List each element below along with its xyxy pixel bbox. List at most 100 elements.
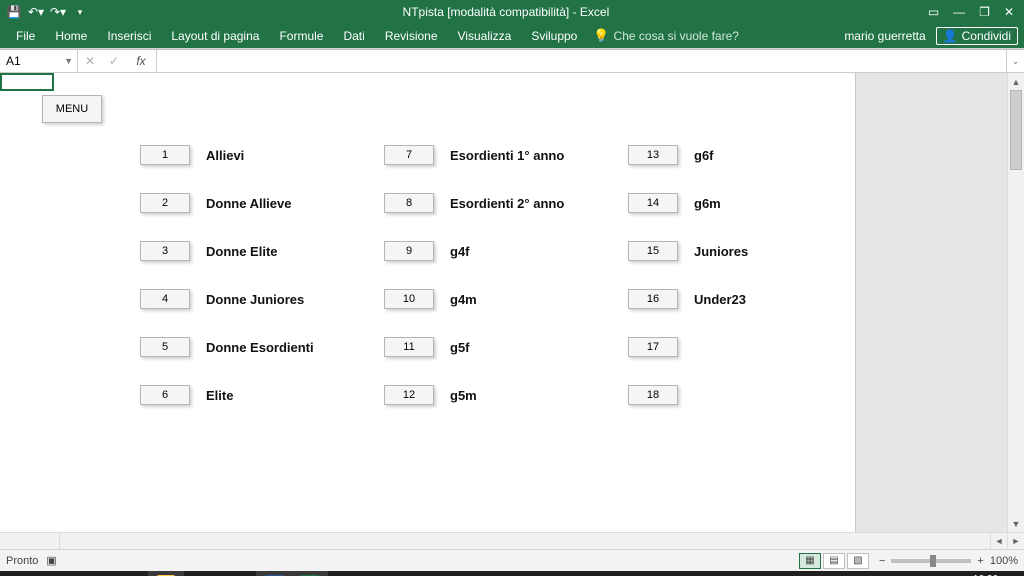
- zoom-level[interactable]: 100%: [990, 555, 1018, 567]
- category-button-8[interactable]: 8: [384, 193, 434, 213]
- category-button-5[interactable]: 5: [140, 337, 190, 357]
- tab-review[interactable]: Revisione: [375, 24, 448, 48]
- category-label-15: Juniores: [694, 244, 748, 259]
- tab-page-layout[interactable]: Layout di pagina: [161, 24, 269, 48]
- taskbar-explorer[interactable]: 📁: [148, 571, 184, 576]
- category-button-6[interactable]: 6: [140, 385, 190, 405]
- tab-formulas[interactable]: Formule: [269, 24, 333, 48]
- worksheet-grid[interactable]: MENU 1 Allievi 2 Donne Allieve 3 Donne Elite 4…: [0, 73, 855, 532]
- view-normal-icon[interactable]: ▦: [799, 553, 821, 569]
- category-button-10[interactable]: 10: [384, 289, 434, 309]
- save-icon[interactable]: 💾: [6, 4, 22, 20]
- tab-insert[interactable]: Inserisci: [97, 24, 161, 48]
- category-label-6: Elite: [206, 388, 233, 403]
- tell-me-search[interactable]: 💡 Che cosa si vuole fare?: [593, 28, 739, 44]
- category-button-13[interactable]: 13: [628, 145, 678, 165]
- tab-home[interactable]: Home: [45, 24, 97, 48]
- vscroll-thumb[interactable]: [1010, 90, 1022, 170]
- category-label-13: g6f: [694, 148, 714, 163]
- category-button-15[interactable]: 15: [628, 241, 678, 261]
- vertical-scrollbar[interactable]: ▲ ▼: [1007, 73, 1024, 532]
- zoom-slider[interactable]: [891, 559, 971, 563]
- tab-file[interactable]: File: [6, 24, 45, 48]
- macro-record-icon[interactable]: ▣: [46, 554, 56, 567]
- redo-icon[interactable]: ↷▾: [50, 4, 66, 20]
- category-button-7[interactable]: 7: [384, 145, 434, 165]
- scroll-down-icon[interactable]: ▼: [1008, 515, 1024, 532]
- category-label-16: Under23: [694, 292, 746, 307]
- share-label: Condividi: [962, 29, 1011, 43]
- category-button-11[interactable]: 11: [384, 337, 434, 357]
- formula-input[interactable]: [157, 50, 1006, 72]
- zoom-handle[interactable]: [930, 555, 936, 567]
- scroll-left-icon[interactable]: ◄: [990, 533, 1007, 549]
- taskbar-word[interactable]: W: [256, 571, 292, 576]
- fx-icon[interactable]: fx: [126, 54, 156, 68]
- category-button-17[interactable]: 17: [628, 337, 678, 357]
- taskbar-ie[interactable]: e: [184, 571, 220, 576]
- account-name[interactable]: mario guerretta: [834, 29, 935, 43]
- vscroll-track[interactable]: [1008, 90, 1024, 515]
- view-page-layout-icon[interactable]: ▤: [823, 553, 845, 569]
- taskbar-excel[interactable]: X: [292, 571, 328, 576]
- name-box-dropdown-icon[interactable]: ▼: [64, 56, 73, 66]
- ribbon-options-icon[interactable]: ▭: [928, 5, 939, 19]
- right-gutter: [855, 73, 1007, 532]
- quick-access-toolbar: 💾 ↶▾ ↷▾ ▾: [0, 4, 94, 20]
- formula-enter-icon: ✓: [102, 54, 126, 68]
- category-label-1: Allievi: [206, 148, 244, 163]
- category-label-3: Donne Elite: [206, 244, 278, 259]
- sheet-tab-nav[interactable]: [0, 533, 60, 549]
- category-button-4[interactable]: 4: [140, 289, 190, 309]
- maximize-icon[interactable]: ❐: [979, 5, 990, 19]
- worksheet-area: MENU 1 Allievi 2 Donne Allieve 3 Donne Elite 4…: [0, 73, 1024, 532]
- active-cell[interactable]: [0, 73, 54, 91]
- undo-icon[interactable]: ↶▾: [28, 4, 44, 20]
- tell-me-placeholder: Che cosa si vuole fare?: [614, 29, 739, 43]
- taskbar-onenote[interactable]: N: [400, 571, 436, 576]
- category-label-10: g4m: [450, 292, 477, 307]
- category-button-9[interactable]: 9: [384, 241, 434, 261]
- task-view-icon[interactable]: ⧉: [76, 571, 112, 576]
- zoom-out-icon[interactable]: −: [879, 555, 885, 567]
- category-label-2: Donne Allieve: [206, 196, 291, 211]
- minimize-icon[interactable]: —: [953, 5, 965, 19]
- category-button-14[interactable]: 14: [628, 193, 678, 213]
- formula-bar: A1 ▼ ✕ ✓ fx ⌄: [0, 50, 1024, 73]
- cortana-icon[interactable]: ◯: [40, 571, 76, 576]
- horizontal-scrollbar[interactable]: ◄ ►: [0, 532, 1024, 549]
- window-title: NTpista [modalità compatibilità] - Excel: [94, 5, 918, 19]
- category-label-12: g5m: [450, 388, 477, 403]
- qat-customize-icon[interactable]: ▾: [72, 4, 88, 20]
- share-button[interactable]: 👤 Condividi: [936, 27, 1018, 45]
- name-box-value: A1: [6, 54, 21, 68]
- category-button-18[interactable]: 18: [628, 385, 678, 405]
- taskbar-outlook[interactable]: O: [364, 571, 400, 576]
- scroll-right-icon[interactable]: ►: [1007, 533, 1024, 549]
- start-button[interactable]: ⊞: [4, 571, 40, 576]
- name-box[interactable]: A1 ▼: [0, 50, 78, 72]
- action-center-icon[interactable]: 💬: [1002, 571, 1020, 576]
- category-button-16[interactable]: 16: [628, 289, 678, 309]
- taskbar-paint[interactable]: 🎨: [220, 571, 256, 576]
- title-bar: 💾 ↶▾ ↷▾ ▾ NTpista [modalità compatibilit…: [0, 0, 1024, 24]
- menu-button-label: MENU: [56, 103, 88, 115]
- scroll-up-icon[interactable]: ▲: [1008, 73, 1024, 90]
- category-button-3[interactable]: 3: [140, 241, 190, 261]
- category-label-9: g4f: [450, 244, 470, 259]
- menu-button[interactable]: MENU: [42, 95, 102, 123]
- close-icon[interactable]: ✕: [1004, 5, 1014, 19]
- tab-developer[interactable]: Sviluppo: [521, 24, 587, 48]
- tab-data[interactable]: Dati: [333, 24, 374, 48]
- formula-expand-icon[interactable]: ⌄: [1006, 50, 1024, 72]
- category-button-2[interactable]: 2: [140, 193, 190, 213]
- category-button-1[interactable]: 1: [140, 145, 190, 165]
- taskbar-edge[interactable]: e: [112, 571, 148, 576]
- view-page-break-icon[interactable]: ▧: [847, 553, 869, 569]
- category-button-12[interactable]: 12: [384, 385, 434, 405]
- zoom-in-icon[interactable]: +: [977, 555, 983, 567]
- hscroll-track[interactable]: [60, 533, 990, 549]
- taskbar-norton[interactable]: ✓: [328, 571, 364, 576]
- status-ready: Pronto: [6, 555, 38, 567]
- tab-view[interactable]: Visualizza: [448, 24, 522, 48]
